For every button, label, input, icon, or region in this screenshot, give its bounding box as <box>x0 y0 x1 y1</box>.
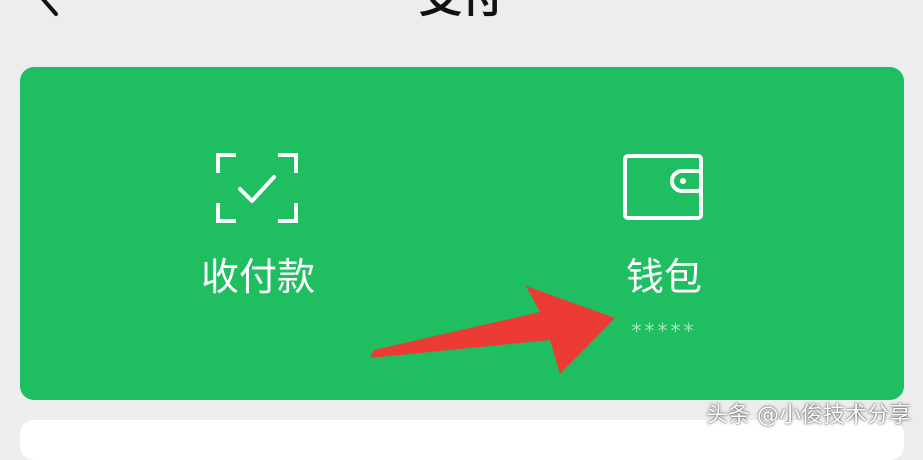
watermark: 头条 @小俊技术分享 <box>706 403 911 428</box>
page-title: 支付 <box>0 0 923 22</box>
annotation-arrow-icon <box>370 286 615 374</box>
wallet-icon <box>623 154 703 220</box>
scan-check-icon <box>216 153 298 223</box>
nav-bar: 支付 <box>0 0 923 22</box>
